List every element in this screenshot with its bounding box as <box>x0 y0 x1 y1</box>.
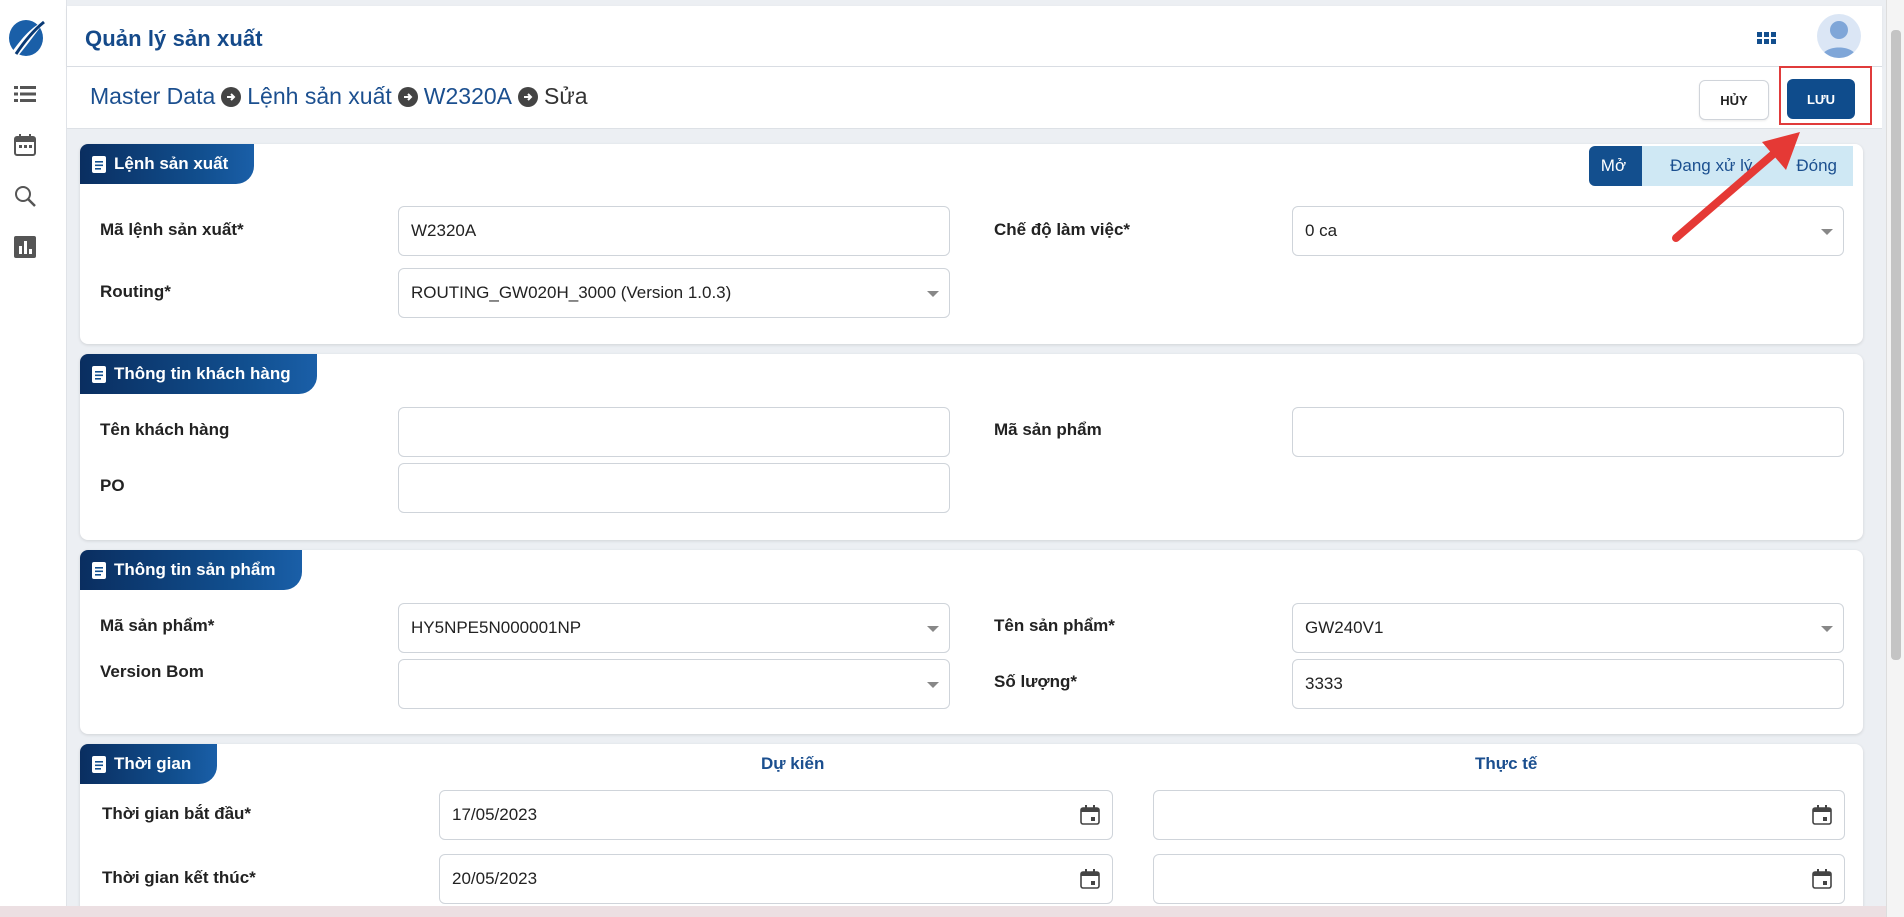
search-icon[interactable] <box>12 183 38 209</box>
app-title: Quản lý sản xuất <box>85 26 263 51</box>
end-planned-date[interactable]: 20/05/2023 <box>439 854 1113 904</box>
calendar-icon[interactable] <box>12 132 38 158</box>
end-planned-value: 20/05/2023 <box>452 869 538 888</box>
actual-header: Thực tế <box>1475 754 1538 773</box>
work-mode-value: 0 ca <box>1305 221 1338 240</box>
vertical-scrollbar[interactable] <box>1886 0 1904 917</box>
breadcrumb-production-order[interactable]: Lệnh sản xuất <box>247 83 392 110</box>
chevron-down-icon <box>1821 626 1833 632</box>
document-icon <box>92 561 106 579</box>
end-actual-date[interactable] <box>1153 854 1845 904</box>
list-icon[interactable] <box>12 81 38 107</box>
breadcrumb-bar: Master Data Lệnh sản xuất W2320A Sửa HỦY… <box>67 67 1882 129</box>
document-icon <box>92 365 106 383</box>
step-processing[interactable]: Đang xử lý <box>1642 146 1769 186</box>
start-actual-date[interactable] <box>1153 790 1845 840</box>
customer-name-label: Tên khách hàng <box>100 420 230 439</box>
order-code-value: W2320A <box>411 221 477 240</box>
section-title: Thời gian <box>114 754 192 773</box>
customer-product-code-label: Mã sản phẩm <box>994 420 1102 439</box>
arrow-circle-right-icon <box>518 86 538 107</box>
step-open[interactable]: Mở <box>1588 146 1643 186</box>
calendar-icon[interactable] <box>1080 869 1100 889</box>
cancel-button[interactable]: HỦY <box>1699 80 1769 120</box>
section-tag: Thông tin khách hàng <box>80 354 317 394</box>
routing-label: Routing* <box>100 282 171 301</box>
chevron-down-icon <box>927 291 939 297</box>
section-tag: Lệnh sản xuất <box>80 144 255 184</box>
document-icon <box>92 755 106 773</box>
routing-value: ROUTING_GW020H_3000 (Version 1.0.3) <box>411 283 732 302</box>
chevron-down-icon <box>927 626 939 632</box>
bottom-strip <box>0 906 1886 917</box>
product-name-select[interactable]: GW240V1 <box>1292 603 1844 653</box>
chevron-down-icon <box>1821 229 1833 235</box>
product-section: Thông tin sản phẩm Mã sản phẩm* HY5NPE5N… <box>80 550 1863 734</box>
document-icon <box>92 155 106 173</box>
highlight-annotation <box>1779 66 1872 125</box>
apps-grid-icon[interactable] <box>1757 30 1777 50</box>
planned-header: Dự kiến <box>761 754 825 773</box>
customer-product-code-field[interactable] <box>1292 407 1844 457</box>
po-label: PO <box>100 476 125 495</box>
app-header: Quản lý sản xuất <box>67 6 1882 67</box>
work-mode-select[interactable]: 0 ca <box>1292 206 1844 256</box>
order-code-label: Mã lệnh sản xuất* <box>100 220 244 239</box>
order-code-field[interactable]: W2320A <box>398 206 950 256</box>
section-title: Thông tin khách hàng <box>114 364 291 383</box>
section-tag: Thời gian <box>80 744 218 784</box>
order-section: Lệnh sản xuất Mở Đang xử lý Đóng Mã lệnh… <box>80 144 1863 344</box>
customer-section: Thông tin khách hàng Tên khách hàng Mã s… <box>80 354 1863 540</box>
quantity-label: Số lượng* <box>994 672 1077 691</box>
version-bom-label: Version Bom <box>100 662 204 681</box>
time-section: Thời gian Dự kiến Thực tế Thời gian bắt … <box>80 744 1863 914</box>
breadcrumb: Master Data Lệnh sản xuất W2320A Sửa <box>90 83 588 110</box>
start-planned-date[interactable]: 17/05/2023 <box>439 790 1113 840</box>
breadcrumb-master-data[interactable]: Master Data <box>90 83 215 110</box>
product-name-label: Tên sản phẩm* <box>994 616 1115 635</box>
section-tag: Thông tin sản phẩm <box>80 550 302 590</box>
po-field[interactable] <box>398 463 950 513</box>
product-code-label: Mã sản phẩm* <box>100 616 215 635</box>
breadcrumb-current: Sửa <box>544 83 588 109</box>
customer-name-field[interactable] <box>398 407 950 457</box>
work-mode-label: Chế độ làm việc* <box>994 220 1131 239</box>
logo-icon <box>9 20 46 56</box>
quantity-value: 3333 <box>1305 674 1343 693</box>
scrollbar-thumb[interactable] <box>1891 30 1901 660</box>
end-time-label: Thời gian kết thúc* <box>102 868 256 887</box>
status-steps: Mở Đang xử lý Đóng <box>1588 146 1853 186</box>
routing-select[interactable]: ROUTING_GW020H_3000 (Version 1.0.3) <box>398 268 950 318</box>
start-time-label: Thời gian bắt đầu* <box>102 804 252 823</box>
user-avatar-icon[interactable] <box>1817 14 1861 58</box>
start-planned-value: 17/05/2023 <box>452 805 538 824</box>
quantity-field[interactable]: 3333 <box>1292 659 1844 709</box>
sidebar <box>0 0 67 917</box>
chevron-down-icon <box>927 682 939 688</box>
product-code-select[interactable]: HY5NPE5N000001NP <box>398 603 950 653</box>
product-name-value: GW240V1 <box>1305 618 1384 637</box>
arrow-circle-right-icon <box>221 86 242 107</box>
step-closed[interactable]: Đóng <box>1768 146 1853 186</box>
calendar-icon[interactable] <box>1812 869 1832 889</box>
calendar-icon[interactable] <box>1080 805 1100 825</box>
section-title: Lệnh sản xuất <box>114 154 229 173</box>
product-code-value: HY5NPE5N000001NP <box>411 618 582 637</box>
bar-chart-icon[interactable] <box>12 234 38 260</box>
arrow-circle-right-icon <box>397 86 418 107</box>
version-bom-select[interactable] <box>398 659 950 709</box>
breadcrumb-order-code[interactable]: W2320A <box>424 83 512 110</box>
calendar-icon[interactable] <box>1812 805 1832 825</box>
section-title: Thông tin sản phẩm <box>114 560 276 579</box>
